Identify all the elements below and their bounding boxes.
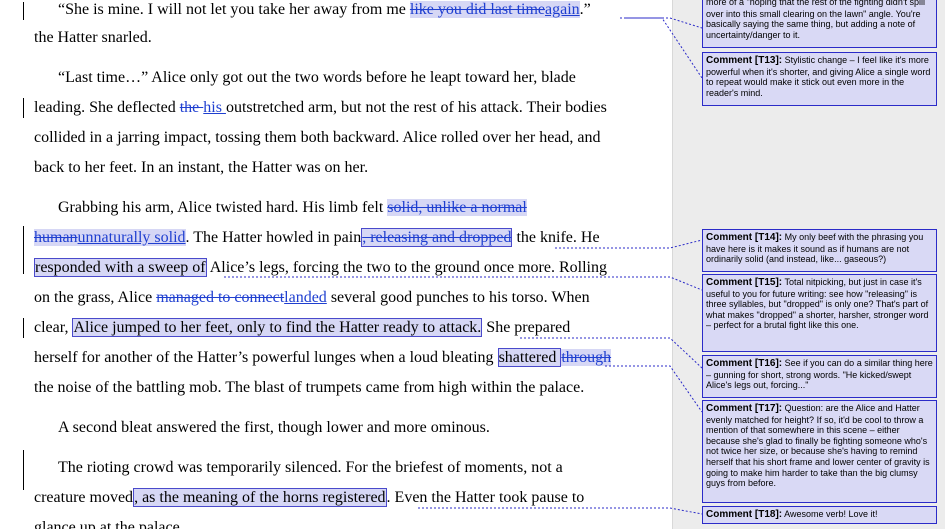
comment-leader	[224, 276, 703, 291]
comment-balloon[interactable]: Comment [T16]: See if you can do a simil…	[702, 355, 937, 398]
comment-text: more of a "hoping that the rest of the f…	[706, 0, 926, 40]
comment-balloon[interactable]: more of a "hoping that the rest of the f…	[702, 0, 937, 48]
comment-leader	[620, 17, 703, 79]
comment-leader	[605, 365, 703, 413]
comment-text: Question: are the Alice and Hatter evenl…	[706, 403, 930, 489]
comment-leader	[555, 239, 703, 249]
comment-balloon[interactable]: Comment [T13]: Stylistic change – I feel…	[702, 52, 937, 106]
comment-leader	[520, 337, 703, 369]
comment-label: Comment [T18]:	[706, 509, 783, 520]
comment-balloon[interactable]: Comment [T14]: My only beef with the phr…	[702, 229, 937, 272]
comment-label: Comment [T17]:	[706, 403, 783, 414]
comment-text: Awesome verb! Love it!	[784, 509, 878, 519]
comment-balloon[interactable]: Comment [T17]: Question: are the Alice a…	[702, 400, 937, 503]
comment-balloon[interactable]: Comment [T18]: Awesome verb! Love it!	[702, 506, 937, 524]
comment-label: Comment [T15]:	[706, 277, 783, 288]
comment-label: Comment [T16]:	[706, 358, 783, 369]
comment-leader	[418, 507, 703, 515]
comment-label: Comment [T14]:	[706, 232, 783, 243]
comment-balloon[interactable]: Comment [T15]: Total nitpicking, but jus…	[702, 274, 937, 352]
comment-leader	[626, 17, 703, 29]
comment-label: Comment [T13]:	[706, 55, 783, 66]
